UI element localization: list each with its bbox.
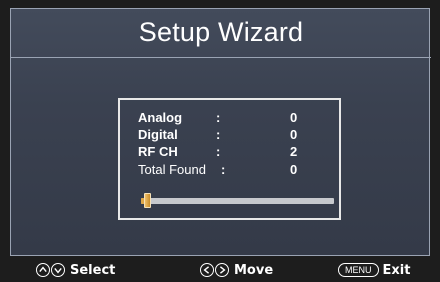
digital-count: 0 xyxy=(290,127,298,142)
title-divider xyxy=(11,57,431,58)
rf-channel-value: 2 xyxy=(290,144,298,159)
exit-hint: MENU Exit xyxy=(338,260,410,280)
rf-channel-label: RF CH xyxy=(138,144,178,159)
rf-channel-row: RF CH : 2 xyxy=(120,144,339,161)
total-found-label: Total Found xyxy=(138,162,206,177)
digital-label: Digital xyxy=(138,127,178,142)
down-arrow-icon xyxy=(51,263,65,277)
left-arrow-icon xyxy=(200,263,214,277)
exit-hint-label: Exit xyxy=(382,262,411,278)
analog-count: 0 xyxy=(290,110,298,125)
digital-colon: : xyxy=(216,127,221,142)
menu-key-icon: MENU xyxy=(338,263,379,277)
total-found-colon: : xyxy=(221,162,226,177)
move-hint-label: Move xyxy=(234,262,274,278)
channel-scan-box: Analog : 0 Digital : 0 RF CH : 2 Total F… xyxy=(118,98,341,220)
up-arrow-icon xyxy=(36,263,50,277)
analog-row: Analog : 0 xyxy=(120,110,339,127)
page-title: Setup Wizard xyxy=(138,17,304,47)
tv-screen: Setup Wizard Analog : 0 Digital : 0 RF C… xyxy=(0,0,440,282)
total-found-row: Total Found : 0 xyxy=(120,162,339,179)
move-hint: Move xyxy=(200,260,273,280)
select-hint: Select xyxy=(36,260,115,280)
footer-hint-bar: Select Move MENU Exit xyxy=(0,258,440,282)
scan-progress-bar xyxy=(141,193,334,208)
select-hint-label: Select xyxy=(70,262,116,278)
analog-label: Analog xyxy=(138,110,183,125)
right-arrow-icon xyxy=(215,263,229,277)
setup-wizard-panel: Setup Wizard Analog : 0 Digital : 0 RF C… xyxy=(10,8,431,256)
rf-channel-colon: : xyxy=(216,144,221,159)
analog-colon: : xyxy=(216,110,221,125)
scan-progress-marker xyxy=(143,193,151,208)
digital-row: Digital : 0 xyxy=(120,127,339,144)
total-found-count: 0 xyxy=(290,162,298,177)
